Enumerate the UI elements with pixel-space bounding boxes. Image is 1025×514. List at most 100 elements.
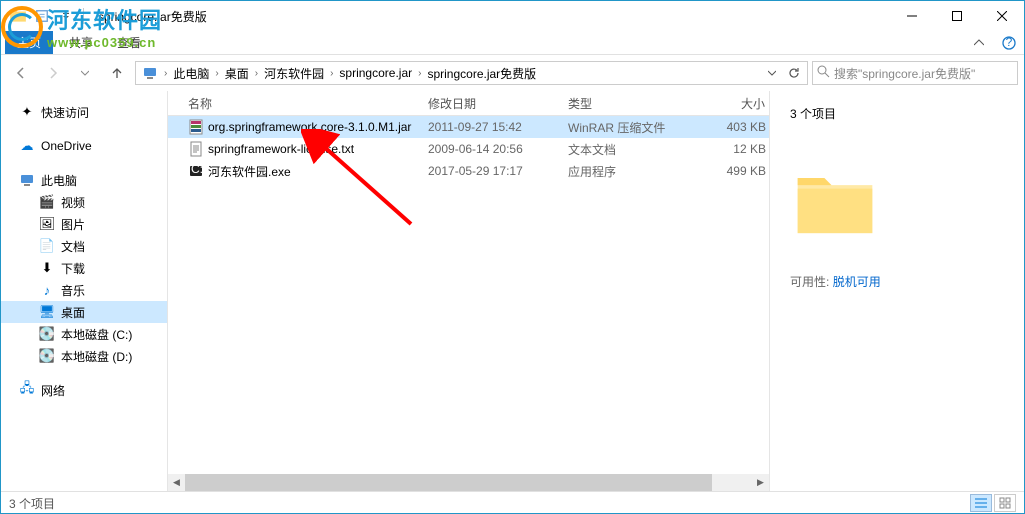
file-name: springframework-license.txt — [208, 142, 354, 156]
search-input[interactable]: 搜索"springcore.jar免费版" — [812, 61, 1018, 85]
horizontal-scrollbar[interactable]: ◀ ▶ — [168, 474, 769, 491]
preview-availability: 可用性: 脱机可用 — [790, 273, 1004, 290]
preview-title: 3 个项目 — [790, 105, 1004, 122]
sidebar-item-disk-c[interactable]: 💽 本地磁盘 (C:) — [1, 323, 167, 345]
qat-dropdown-icon[interactable] — [55, 5, 77, 27]
ribbon-tab-view[interactable]: 查看 — [105, 31, 153, 54]
scroll-right-icon[interactable]: ▶ — [752, 474, 769, 491]
chevron-right-icon[interactable]: › — [416, 68, 423, 79]
chevron-right-icon[interactable]: › — [213, 68, 220, 79]
svg-text:?: ? — [1006, 36, 1013, 49]
sidebar-item-downloads[interactable]: ⬇ 下载 — [1, 257, 167, 279]
sidebar-label: OneDrive — [41, 139, 92, 153]
txt-icon — [188, 141, 204, 157]
scroll-left-icon[interactable]: ◀ — [168, 474, 185, 491]
file-row[interactable]: org.springframework.core-3.1.0.M1.jar 20… — [168, 116, 769, 138]
sidebar-label: 文档 — [61, 238, 85, 255]
file-date: 2017-05-29 17:17 — [428, 164, 568, 178]
sidebar-quick-access[interactable]: ✦ 快速访问 — [1, 101, 167, 123]
pc-icon — [19, 172, 35, 188]
sidebar-label: 视频 — [61, 194, 85, 211]
sidebar-item-music[interactable]: ♪ 音乐 — [1, 279, 167, 301]
ribbon-tab-share[interactable]: 共享 — [57, 31, 105, 54]
download-icon: ⬇ — [39, 260, 55, 276]
status-text: 3 个项目 — [9, 495, 55, 512]
ribbon-expand-icon[interactable] — [964, 31, 994, 55]
sidebar-label: 此电脑 — [41, 172, 77, 189]
video-icon: 🎬 — [39, 194, 55, 210]
folder-icon — [7, 5, 29, 27]
file-name: org.springframework.core-3.1.0.M1.jar — [208, 120, 411, 134]
nav-up-button[interactable] — [103, 59, 131, 87]
breadcrumb-seg[interactable]: 河东软件园 — [260, 65, 328, 82]
pc-icon — [142, 65, 158, 81]
refresh-icon[interactable] — [783, 62, 805, 84]
column-size[interactable]: 大小 — [708, 95, 766, 112]
nav-recent-dropdown[interactable] — [71, 59, 99, 87]
view-icons-button[interactable] — [994, 494, 1016, 512]
search-placeholder: 搜索"springcore.jar免费版" — [834, 65, 1013, 82]
sidebar-label: 本地磁盘 (C:) — [61, 326, 132, 343]
scrollbar-thumb[interactable] — [185, 474, 712, 491]
sidebar-network[interactable]: 🖧网络 — [1, 379, 167, 401]
maximize-button[interactable] — [934, 1, 979, 31]
file-date: 2011-09-27 15:42 — [428, 120, 568, 134]
column-type[interactable]: 类型 — [568, 95, 708, 112]
nav-forward-button[interactable] — [39, 59, 67, 87]
sidebar-onedrive[interactable]: ☁ OneDrive — [1, 135, 167, 157]
desktop-icon: 🖥 — [39, 304, 55, 320]
breadcrumb-seg[interactable]: 桌面 — [221, 65, 253, 82]
qat-properties-icon[interactable] — [31, 5, 53, 27]
ribbon-file-menu[interactable]: 主页 — [5, 31, 53, 54]
file-name: 河东软件园.exe — [208, 163, 291, 180]
title-bar: springcore.jar免费版 — [1, 1, 1024, 31]
minimize-button[interactable] — [889, 1, 934, 31]
disk-icon: 💽 — [39, 326, 55, 342]
nav-back-button[interactable] — [7, 59, 35, 87]
file-list-pane: 名称 修改日期 类型 大小 org.springframework.core-3… — [167, 91, 770, 491]
close-button[interactable] — [979, 1, 1024, 31]
cloud-icon: ☁ — [19, 138, 35, 154]
rar-icon — [188, 119, 204, 135]
sidebar-item-desktop[interactable]: 🖥 桌面 — [1, 301, 167, 323]
file-size: 12 KB — [708, 142, 766, 156]
column-headers: 名称 修改日期 类型 大小 — [168, 91, 769, 116]
file-size: 403 KB — [708, 120, 766, 134]
breadcrumb-seg[interactable]: springcore.jar — [335, 66, 416, 80]
column-date[interactable]: 修改日期 — [428, 95, 568, 112]
chevron-right-icon[interactable]: › — [253, 68, 260, 79]
file-size: 499 KB — [708, 164, 766, 178]
sidebar-label: 桌面 — [61, 304, 85, 321]
file-type: 文本文档 — [568, 141, 708, 158]
column-name[interactable]: 名称 — [168, 95, 428, 112]
file-list[interactable]: org.springframework.core-3.1.0.M1.jar 20… — [168, 116, 769, 474]
file-type: WinRAR 压缩文件 — [568, 119, 708, 136]
address-bar: › 此电脑 › 桌面 › 河东软件园 › springcore.jar › sp… — [1, 55, 1024, 91]
sidebar-label: 下载 — [61, 260, 85, 277]
breadcrumb-seg[interactable]: 此电脑 — [169, 65, 213, 82]
view-details-button[interactable] — [970, 494, 992, 512]
breadcrumb[interactable]: › 此电脑 › 桌面 › 河东软件园 › springcore.jar › sp… — [135, 61, 808, 85]
sidebar-item-pictures[interactable]: 🖼图片 — [1, 213, 167, 235]
sidebar-item-documents[interactable]: 📄文档 — [1, 235, 167, 257]
search-icon — [817, 65, 830, 81]
chevron-right-icon[interactable]: › — [328, 68, 335, 79]
music-icon: ♪ — [39, 282, 55, 298]
status-bar: 3 个项目 — [1, 491, 1024, 514]
chevron-right-icon[interactable]: › — [162, 68, 169, 79]
file-row[interactable]: C:\河东软件园.exe 2017-05-29 17:17 应用程序 499 K… — [168, 160, 769, 182]
sidebar-label: 本地磁盘 (D:) — [61, 348, 132, 365]
sidebar-item-disk-d[interactable]: 💽 本地磁盘 (D:) — [1, 345, 167, 367]
sidebar-label: 音乐 — [61, 282, 85, 299]
ribbon-help-icon[interactable]: ? — [994, 31, 1024, 55]
disk-icon: 💽 — [39, 348, 55, 364]
window-title: springcore.jar免费版 — [98, 8, 207, 25]
star-icon: ✦ — [19, 104, 35, 120]
breadcrumb-dropdown-icon[interactable] — [761, 62, 783, 84]
file-date: 2009-06-14 20:56 — [428, 142, 568, 156]
breadcrumb-seg[interactable]: springcore.jar免费版 — [423, 65, 540, 82]
file-row[interactable]: springframework-license.txt 2009-06-14 2… — [168, 138, 769, 160]
sidebar-this-pc[interactable]: 此电脑 — [1, 169, 167, 191]
sidebar-item-videos[interactable]: 🎬 视频 — [1, 191, 167, 213]
sidebar-label: 快速访问 — [41, 104, 89, 121]
